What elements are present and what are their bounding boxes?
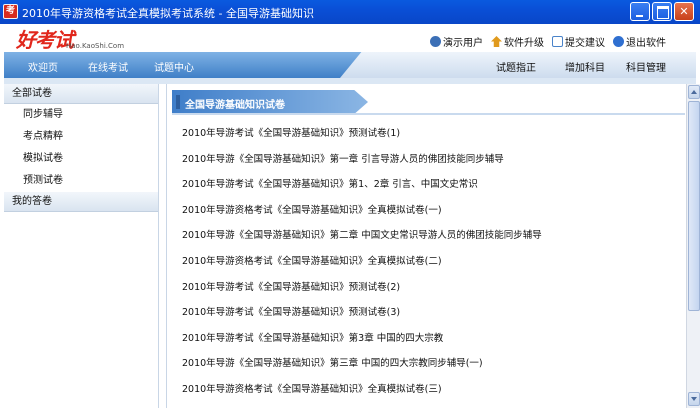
list-item[interactable]: 2010年导游《全国导游基础知识》第二章 中国文史常识导游人员的佛团技能同步辅导 <box>182 223 682 249</box>
list-item[interactable]: 2010年导游资格考试《全国导游基础知识》全真模拟试卷(二) <box>182 249 682 275</box>
demo-user-label: 演示用户 <box>443 38 483 49</box>
sidebar-item-keypoints[interactable]: 考点精粹 <box>4 126 158 148</box>
scroll-up-button[interactable] <box>688 85 700 99</box>
suggest-icon <box>552 36 563 47</box>
main-nav: 欢迎页 在线考试 试题中心 试题指正 增加科目 科目管理 <box>4 52 696 78</box>
app-icon: 考 <box>3 4 18 19</box>
nav-right-panel: 试题指正 增加科目 科目管理 <box>340 52 696 78</box>
app-header: 好考试 Hao.KaoShi.Com 演示用户 软件升级 提交建议 退出软件 <box>4 24 696 52</box>
demo-user-link[interactable]: 演示用户 <box>430 34 483 49</box>
scroll-thumb[interactable] <box>688 101 700 311</box>
upgrade-link[interactable]: 软件升级 <box>491 34 544 49</box>
list-item[interactable]: 2010年导游考试《全国导游基础知识》预测试卷(3) <box>182 300 682 326</box>
list-item[interactable]: 2010年导游考试《全国导游基础知识》第3章 中国的四大宗教 <box>182 326 682 352</box>
nav-subject-manage[interactable]: 科目管理 <box>626 59 666 74</box>
logo: 好考试 <box>16 28 74 52</box>
upgrade-label: 软件升级 <box>504 38 544 49</box>
user-icon <box>430 36 441 47</box>
panel-header-marker <box>176 95 180 109</box>
header-links: 演示用户 软件升级 提交建议 退出软件 <box>430 34 666 49</box>
vertical-scrollbar[interactable] <box>686 84 700 408</box>
logo-subtitle: Hao.KaoShi.Com <box>66 42 125 50</box>
maximize-button[interactable] <box>652 2 672 21</box>
scroll-down-button[interactable] <box>688 392 700 406</box>
exit-icon <box>613 36 624 47</box>
list-item[interactable]: 2010年导游资格考试《全国导游基础知识》全真模拟试卷(三) <box>182 377 682 403</box>
nav-welcome[interactable]: 欢迎页 <box>28 59 58 74</box>
nav-add-subject[interactable]: 增加科目 <box>565 59 605 74</box>
window-title: 2010年导游资格考试全真模拟考试系统 - 全国导游基础知识 <box>22 7 314 20</box>
sidebar-category-all[interactable]: 全部试卷 <box>4 84 158 104</box>
panel-title: 全国导游基础知识试卷 <box>185 100 285 111</box>
main-panel: 全国导游基础知识试卷 2010年导游考试《全国导游基础知识》预测试卷(1) 20… <box>166 84 686 408</box>
exit-label: 退出软件 <box>626 38 666 49</box>
suggest-label: 提交建议 <box>565 38 605 49</box>
list-item[interactable]: 2010年导游《全国导游基础知识》第三章 中国的四大宗教同步辅导(一) <box>182 351 682 377</box>
list-item[interactable]: 2010年导游资格考试《全国导游基础知识》全真模拟试卷(一) <box>182 198 682 224</box>
panel-header: 全国导游基础知识试卷 <box>172 90 368 114</box>
suggest-link[interactable]: 提交建议 <box>552 34 605 49</box>
list-item[interactable]: 2010年导游考试《全国导游基础知识》第1、2章 引言、中国文史常识 <box>182 172 682 198</box>
sidebar-category-my[interactable]: 我的答卷 <box>4 192 158 212</box>
window-titlebar[interactable]: 考 2010年导游资格考试全真模拟考试系统 - 全国导游基础知识 ✕ <box>0 0 700 24</box>
sidebar: 全部试卷 同步辅导 考点精粹 模拟试卷 预测试卷 我的答卷 <box>4 84 159 408</box>
nav-online-exam[interactable]: 在线考试 <box>88 59 128 74</box>
exam-list: 2010年导游考试《全国导游基础知识》预测试卷(1) 2010年导游《全国导游基… <box>182 121 682 403</box>
panel-divider <box>172 113 685 115</box>
close-button[interactable]: ✕ <box>674 2 694 21</box>
list-item[interactable]: 2010年导游考试《全国导游基础知识》预测试卷(1) <box>182 121 682 147</box>
sidebar-item-predict[interactable]: 预测试卷 <box>4 170 158 192</box>
nav-question-center[interactable]: 试题中心 <box>154 59 194 74</box>
list-item[interactable]: 2010年导游考试《全国导游基础知识》预测试卷(2) <box>182 275 682 301</box>
sidebar-item-mock[interactable]: 模拟试卷 <box>4 148 158 170</box>
sidebar-item-sync[interactable]: 同步辅导 <box>4 104 158 126</box>
upgrade-icon <box>491 36 502 47</box>
exit-link[interactable]: 退出软件 <box>613 34 666 49</box>
minimize-button[interactable] <box>630 2 650 21</box>
nav-correction[interactable]: 试题指正 <box>496 59 536 74</box>
list-item[interactable]: 2010年导游《全国导游基础知识》第一章 引言导游人员的佛团技能同步辅导 <box>182 147 682 173</box>
